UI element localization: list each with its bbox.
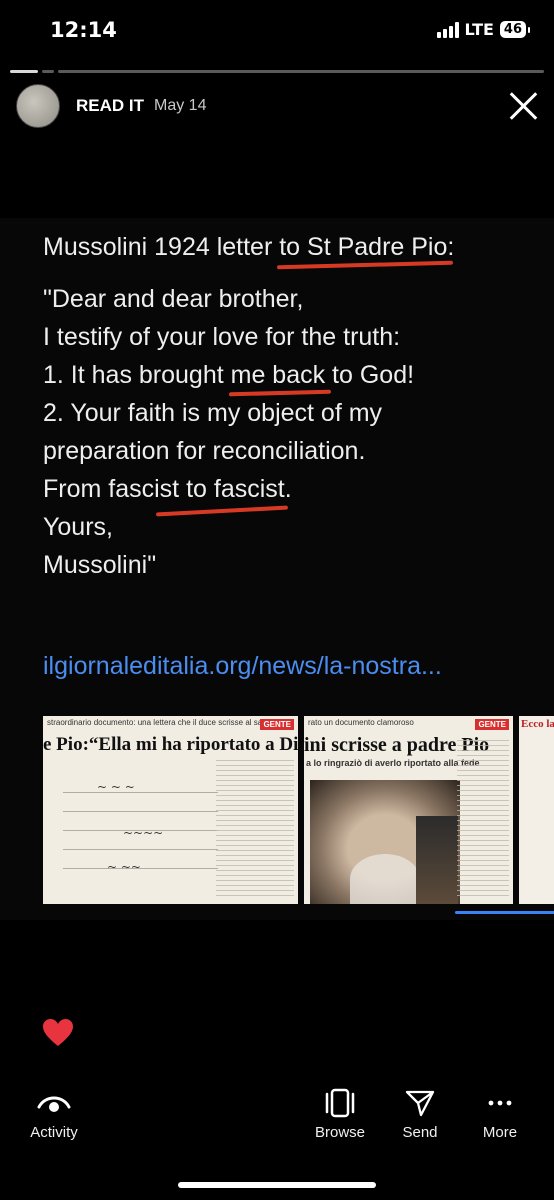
nav-send[interactable]: Send bbox=[375, 1082, 465, 1141]
network-label: LTE bbox=[464, 20, 494, 39]
progress-segment bbox=[10, 70, 38, 73]
send-icon bbox=[405, 1082, 435, 1124]
story-progress bbox=[10, 70, 544, 73]
letter-line: preparation for reconciliation. bbox=[43, 437, 366, 465]
underlined-text: me back bbox=[230, 361, 326, 389]
image-headline: e Pio:“Ella mi ha riportato a Dio!” bbox=[43, 734, 298, 755]
letter-line: 1. It has brought me back to God! bbox=[43, 361, 415, 389]
underlined-text: to fascist. bbox=[186, 475, 292, 503]
post-card: Mussolini 1924 letter to St Padre Pio: "… bbox=[0, 218, 554, 920]
nav-label: Send bbox=[402, 1124, 438, 1141]
progress-segment bbox=[58, 70, 544, 73]
article-link[interactable]: ilgiornaleditalia.org/news/la-nostra... bbox=[43, 652, 442, 681]
letter-line: Yours, bbox=[43, 513, 113, 541]
bottom-nav: Activity Browse Send More bbox=[0, 1082, 554, 1162]
newspaper-column bbox=[457, 740, 509, 900]
nav-more[interactable]: More bbox=[455, 1082, 545, 1141]
letter-line: Mussolini" bbox=[43, 551, 157, 579]
signal-icon bbox=[436, 21, 459, 38]
newspaper-image[interactable]: rato un documento clamoroso GENTE ini sc… bbox=[304, 716, 513, 904]
author-name[interactable]: READ IT bbox=[76, 96, 144, 116]
newspaper-column bbox=[216, 760, 294, 900]
home-indicator[interactable] bbox=[178, 1182, 376, 1188]
close-icon[interactable] bbox=[508, 90, 540, 122]
letter-line: From fascist to fascist. bbox=[43, 475, 292, 503]
underlined-text: to St Padre Pio bbox=[279, 233, 448, 261]
nav-activity[interactable]: Activity bbox=[9, 1082, 99, 1141]
letter-line: "Dear and dear brother, bbox=[43, 285, 304, 313]
nav-label: Activity bbox=[30, 1124, 78, 1141]
heart-icon[interactable] bbox=[42, 1018, 74, 1048]
status-time: 12:14 bbox=[50, 18, 117, 42]
letter-line: I testify of your love for the truth: bbox=[43, 323, 401, 351]
avatar[interactable] bbox=[16, 84, 60, 128]
newspaper-image[interactable]: straordinario documento: una lettera che… bbox=[43, 716, 298, 904]
gente-badge: GENTE bbox=[260, 719, 294, 730]
story-header: READ IT May 14 bbox=[16, 84, 540, 128]
image-headline: Ecco la bbox=[521, 718, 554, 730]
post-intro: Mussolini 1924 letter to St Padre Pio: bbox=[43, 233, 455, 261]
more-icon bbox=[487, 1082, 513, 1124]
nav-label: Browse bbox=[314, 1124, 366, 1141]
browse-icon bbox=[323, 1082, 357, 1124]
post-text: Mussolini 1924 letter to St Padre Pio: "… bbox=[43, 228, 543, 584]
post-date: May 14 bbox=[154, 97, 207, 114]
newspaper-image[interactable]: Ecco la bbox=[519, 716, 554, 904]
nav-label: More bbox=[482, 1124, 518, 1141]
handwritten-letter: ~ ~ ~ ~~~~ ~ ~~ bbox=[63, 774, 218, 904]
letter-line: 2. Your faith is my object of my bbox=[43, 399, 383, 427]
battery-icon: 46 bbox=[499, 21, 531, 38]
gente-badge: GENTE bbox=[475, 719, 509, 730]
image-gallery[interactable]: straordinario documento: una lettera che… bbox=[43, 716, 554, 904]
progress-segment bbox=[42, 70, 54, 73]
status-bar: 12:14 LTE 46 bbox=[0, 0, 554, 64]
status-indicators: LTE 46 bbox=[436, 20, 531, 39]
eye-icon bbox=[37, 1082, 71, 1124]
nav-browse[interactable]: Browse bbox=[295, 1082, 385, 1141]
portrait-photo bbox=[416, 816, 458, 904]
gallery-scroll-indicator bbox=[455, 911, 554, 914]
